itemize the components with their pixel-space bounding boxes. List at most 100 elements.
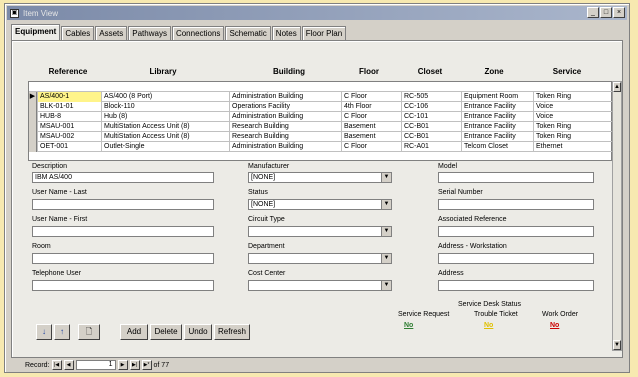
grid-cell[interactable]: Outlet-Single (101, 142, 229, 152)
address-field[interactable] (438, 280, 594, 291)
grid-cell[interactable]: HUB-8 (37, 112, 101, 122)
col-building[interactable]: Building (234, 67, 344, 76)
grid-cell[interactable]: AS/400 (8 Port) (101, 92, 229, 102)
associated-reference-field[interactable] (438, 226, 594, 237)
add-button[interactable]: Add (120, 324, 148, 340)
print-preview-button[interactable]: 🗋 (78, 324, 100, 340)
undo-button[interactable]: Undo (184, 324, 212, 340)
grid-cell[interactable]: CC-B01 (401, 122, 461, 132)
trouble-ticket-status[interactable]: No (484, 322, 493, 329)
table-row[interactable] (29, 82, 613, 92)
grid-cell[interactable]: Telcom Closet (461, 142, 533, 152)
grid-cell[interactable]: C Floor (341, 92, 401, 102)
grid-cell[interactable]: C Floor (341, 112, 401, 122)
grid-cell[interactable]: 4th Floor (341, 102, 401, 112)
tab-notes[interactable]: Notes (271, 26, 301, 40)
table-row[interactable]: ▶ AS/400-1 AS/400 (8 Port) Administratio… (29, 92, 613, 102)
username-last-field[interactable] (32, 199, 214, 210)
col-service[interactable]: Service (536, 67, 598, 76)
grid-cell[interactable]: MultiStation Access Unit (8) (101, 122, 229, 132)
next-record-icon[interactable]: ▶ (117, 360, 128, 370)
grid-cell[interactable]: Basement (341, 122, 401, 132)
grid-cell[interactable]: BLK-01-01 (37, 102, 101, 112)
grid-cell[interactable]: CC-106 (401, 102, 461, 112)
dropdown-arrow-icon[interactable]: ▼ (381, 200, 391, 209)
scroll-down-icon[interactable]: ▼ (613, 340, 621, 350)
grid-cell[interactable]: Token Ring (533, 132, 613, 142)
col-floor[interactable]: Floor (344, 67, 394, 76)
table-row[interactable]: MSAU-001 MultiStation Access Unit (8) Re… (29, 122, 613, 132)
grid-cell[interactable]: Research Building (229, 132, 341, 142)
col-closet[interactable]: Closet (404, 67, 456, 76)
circuit-type-select[interactable]: ▼ (248, 226, 392, 237)
grid-cell[interactable]: RC-505 (401, 92, 461, 102)
vertical-scrollbar[interactable]: ▲ ▼ (612, 81, 622, 351)
table-row[interactable]: BLK-01-01 Block-110 Operations Facility … (29, 102, 613, 112)
current-record-marker[interactable]: ▶ (29, 92, 37, 102)
tab-assets[interactable]: Assets (95, 26, 128, 40)
grid-cell[interactable]: CC-101 (401, 112, 461, 122)
tab-floor-plan[interactable]: Floor Plan (301, 26, 347, 40)
service-request-status[interactable]: No (404, 322, 413, 329)
close-button[interactable]: × (613, 7, 625, 18)
grid-cell[interactable]: Administration Building (229, 92, 341, 102)
model-field[interactable] (438, 172, 594, 183)
grid-cell[interactable]: Voice (533, 102, 613, 112)
grid-cell[interactable]: Entrance Facility (461, 102, 533, 112)
username-first-field[interactable] (32, 226, 214, 237)
work-order-status[interactable]: No (550, 322, 559, 329)
grid-cell[interactable]: Administration Building (229, 142, 341, 152)
maximize-button[interactable]: □ (600, 7, 612, 18)
record-number-field[interactable]: 1 (75, 360, 116, 370)
new-record-icon[interactable]: ▶* (141, 360, 152, 370)
dropdown-arrow-icon[interactable]: ▼ (381, 254, 391, 263)
scroll-up-icon[interactable]: ▲ (613, 82, 621, 92)
department-select[interactable]: ▼ (248, 253, 392, 264)
telephone-user-field[interactable] (32, 280, 214, 291)
table-row[interactable]: HUB-8 Hub (8) Administration Building C … (29, 112, 613, 122)
tab-pathways[interactable]: Pathways (128, 26, 171, 40)
serial-number-field[interactable] (438, 199, 594, 210)
refresh-button[interactable]: Refresh (214, 324, 250, 340)
grid-cell[interactable]: Block-110 (101, 102, 229, 112)
grid-cell[interactable]: Entrance Facility (461, 122, 533, 132)
grid-cell[interactable]: CC-B01 (401, 132, 461, 142)
move-up-button[interactable]: ↑ (54, 324, 70, 340)
table-row[interactable]: MSAU-002 MultiStation Access Unit (8) Re… (29, 132, 613, 142)
grid-cell[interactable]: MultiStation Access Unit (8) (101, 132, 229, 142)
grid-cell[interactable]: Voice (533, 112, 613, 122)
col-zone[interactable]: Zone (462, 67, 526, 76)
tab-schematic[interactable]: Schematic (225, 26, 271, 40)
grid-cell[interactable]: OET-001 (37, 142, 101, 152)
tab-connections[interactable]: Connections (171, 26, 225, 40)
room-field[interactable] (32, 253, 214, 264)
grid-cell[interactable]: Hub (8) (101, 112, 229, 122)
previous-record-icon[interactable]: ◀ (63, 360, 74, 370)
minimize-button[interactable]: _ (587, 7, 599, 18)
grid-cell[interactable]: Research Building (229, 122, 341, 132)
grid-cell[interactable]: Entrance Facility (461, 112, 533, 122)
grid-cell[interactable]: Equipment Room (461, 92, 533, 102)
dropdown-arrow-icon[interactable]: ▼ (381, 227, 391, 236)
grid-cell[interactable]: AS/400-1 (37, 92, 101, 102)
status-select[interactable]: [NONE] ▼ (248, 199, 392, 210)
grid-cell[interactable]: Token Ring (533, 122, 613, 132)
tab-equipment[interactable]: Equipment (11, 24, 61, 40)
grid-cell[interactable]: C Floor (341, 142, 401, 152)
grid-cell[interactable]: MSAU-002 (37, 132, 101, 142)
manufacturer-select[interactable]: [NONE] ▼ (248, 172, 392, 183)
address-workstation-field[interactable] (438, 253, 594, 264)
delete-button[interactable]: Delete (150, 324, 182, 340)
grid-cell[interactable]: Entrance Facility (461, 132, 533, 142)
grid-cell[interactable]: Token Ring (533, 92, 613, 102)
grid-cell[interactable]: Ethernet (533, 142, 613, 152)
table-row[interactable]: OET-001 Outlet-Single Administration Bui… (29, 142, 613, 152)
description-field[interactable]: IBM AS/400 (32, 172, 214, 183)
move-down-button[interactable]: ↓ (36, 324, 52, 340)
dropdown-arrow-icon[interactable]: ▼ (381, 281, 391, 290)
grid-cell[interactable]: RC-A01 (401, 142, 461, 152)
tab-cables[interactable]: Cables (61, 26, 95, 40)
col-reference[interactable]: Reference (40, 67, 96, 76)
cost-center-select[interactable]: ▼ (248, 280, 392, 291)
col-library[interactable]: Library (104, 67, 222, 76)
